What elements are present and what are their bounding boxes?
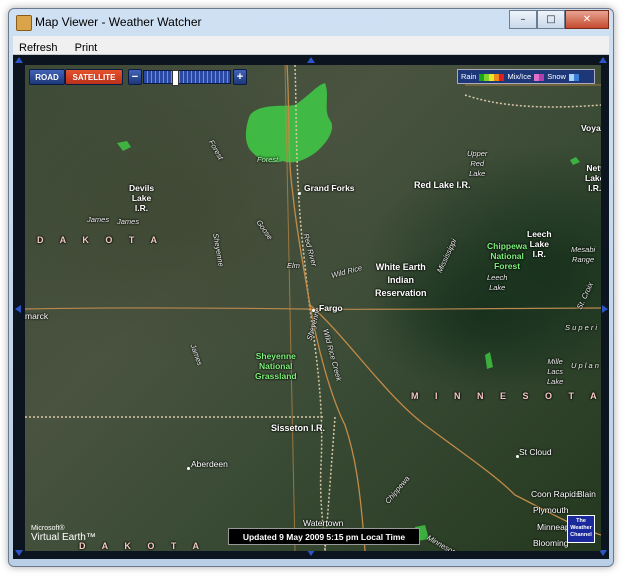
highway (309, 304, 601, 536)
label-bismarck: marck (25, 311, 49, 321)
radar-cell (117, 141, 131, 151)
label-mille-lacs: Mille Lacs Lake (547, 357, 564, 386)
radar-cell (570, 157, 580, 165)
label-voyageurs: Voya (581, 123, 601, 133)
legend-swatch (499, 73, 505, 81)
city-dot (187, 467, 190, 470)
label-dakota-north: D A K O T A (37, 235, 164, 245)
app-icon (16, 15, 32, 31)
radar-cell (485, 352, 493, 369)
zoom-slider[interactable] (143, 70, 231, 86)
label-sisseton-ir: Sisseton I.R. (271, 423, 326, 433)
precip-legend: Rain Mix/Ice Snow (457, 69, 595, 84)
label-red-lake-ir: Red Lake I.R. (414, 180, 471, 190)
legend-rain-swatches (479, 72, 505, 81)
label-blaine: Blain (577, 489, 596, 499)
map-viewer-window: Map Viewer - Weather Watcher – □ ✕ Refre… (8, 8, 614, 567)
label-aberdeen: Aberdeen (191, 459, 228, 469)
label-fargo: Fargo (319, 303, 343, 313)
city-dot (312, 309, 315, 312)
window-title: Map Viewer - Weather Watcher (35, 15, 202, 29)
close-button[interactable]: ✕ (565, 10, 609, 29)
label-nett-lake: Nett Lake I.R. (585, 163, 601, 193)
label-leech-lake-ir: Leech Lake I.R. (527, 229, 552, 259)
satellite-view-button[interactable]: SATELLITE (65, 69, 123, 85)
label-grand-forks: Grand Forks (304, 183, 355, 193)
map-frame: ROAD SATELLITE − + Rain Mix/Ice Snow Dev… (13, 55, 609, 559)
label-st-cloud: St Cloud (519, 447, 552, 457)
satellite-map[interactable]: ROAD SATELLITE − + Rain Mix/Ice Snow Dev… (25, 65, 601, 551)
pan-down-left-arrow[interactable] (15, 550, 23, 556)
label-elm-river: Elm (287, 261, 300, 270)
menu-print[interactable]: Print (69, 40, 104, 56)
maximize-button[interactable]: □ (537, 10, 565, 29)
label-mesabi-range: Mesabi Range (571, 245, 596, 264)
legend-snow-swatches (568, 72, 579, 81)
label-watertown: Watertown (303, 518, 344, 528)
legend-mix-swatches (534, 72, 545, 81)
label-minneapolis: Minneap (537, 522, 570, 532)
weather-channel-logo: The Weather Channel (567, 515, 595, 543)
menu-refresh[interactable]: Refresh (13, 40, 64, 56)
legend-mix-label: Mix/Ice (507, 72, 532, 81)
update-status: Updated 9 May 2009 5:15 pm Local Time (228, 528, 420, 545)
city-dot (298, 192, 301, 195)
label-upper-red-lake: Upper Red Lake (467, 149, 488, 178)
microsoft-logo-text: Microsoft® (31, 525, 65, 532)
minimize-button[interactable]: – (509, 10, 537, 29)
legend-swatch (539, 73, 545, 81)
label-leech-lake: Leech Lake (487, 273, 508, 292)
zoom-in-button[interactable]: + (233, 69, 247, 85)
label-plymouth: Plymouth (533, 505, 569, 515)
label-dakota-south: D A K O T A (79, 541, 206, 551)
virtual-earth-logo-text: Virtual Earth™ (31, 532, 96, 543)
virtual-earth-logo: Microsoft® Virtual Earth™ (31, 525, 96, 543)
zoom-out-button[interactable]: − (128, 69, 142, 85)
label-sheyenne-grassland: Sheyenne National Grassland (255, 351, 297, 381)
state-border (464, 94, 601, 108)
label-forest-b: Forest (257, 155, 279, 164)
legend-swatch (573, 73, 579, 81)
pan-left-arrow[interactable] (15, 305, 21, 313)
legend-snow-label: Snow (547, 72, 566, 81)
legend-rain-label: Rain (461, 72, 477, 81)
label-chippewa-forest: Chippewa National Forest (487, 241, 528, 271)
title-bar[interactable]: Map Viewer - Weather Watcher – □ ✕ (9, 9, 613, 35)
zoom-slider-thumb[interactable] (172, 70, 179, 86)
road-view-button[interactable]: ROAD (29, 69, 65, 85)
label-coon-rapids: Coon Rapids (531, 489, 581, 499)
pan-up-right-arrow[interactable] (599, 57, 607, 63)
label-james-river-a: James (87, 215, 110, 224)
label-superior: S u p e r i (565, 323, 598, 332)
pan-up-left-arrow[interactable] (15, 57, 23, 63)
pan-right-arrow[interactable] (602, 305, 608, 313)
menu-bar: Refresh Print (13, 36, 609, 55)
label-white-earth: White Earth Indian Reservation (375, 262, 427, 298)
label-minnesota-state: M I N N E S O T A (411, 391, 601, 401)
label-devils-lake: Devils Lake I.R. (129, 183, 155, 213)
label-james-river-b: James (117, 217, 140, 226)
pan-up-arrow[interactable] (307, 57, 315, 63)
label-uplands: U p l a n (571, 361, 599, 370)
label-bloomington: Blooming (533, 538, 569, 548)
